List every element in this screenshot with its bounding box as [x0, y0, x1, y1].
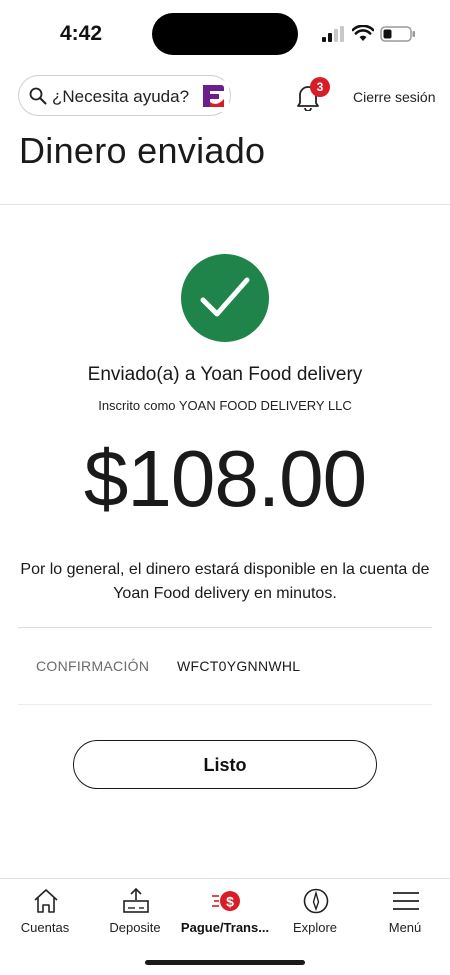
battery-icon [380, 26, 415, 42]
dynamic-island [152, 13, 298, 55]
confirmation-number: WFCT0YGNNWHL [177, 658, 301, 674]
nav-item-menu[interactable]: Menú [360, 879, 450, 949]
home-indicator[interactable] [145, 960, 305, 965]
help-search-input[interactable]: ¿Necesita ayuda? [18, 75, 231, 116]
menu-icon [393, 892, 419, 910]
search-placeholder: ¿Necesita ayuda? [52, 87, 190, 106]
signout-link[interactable]: Cierre sesión [353, 89, 435, 105]
notification-count-badge: 3 [310, 77, 330, 97]
search-icon [29, 87, 47, 105]
page-title: Dinero enviado [19, 130, 266, 171]
divider [0, 204, 450, 205]
cellular-signal-icon [322, 26, 344, 42]
wifi-icon [352, 25, 374, 41]
confirmation-label: CONFIRMACIÓN [36, 658, 150, 674]
availability-note: Por lo general, el dinero estará disponi… [20, 561, 430, 602]
recipient-text: Enviado(a) a Yoan Food delivery [87, 364, 363, 385]
svg-text:$: $ [226, 894, 234, 910]
nav-label: Menú [388, 920, 422, 935]
status-time: 4:42 [60, 22, 103, 45]
nav-label: Cuentas [20, 920, 70, 935]
nav-label: Deposite [109, 920, 161, 935]
home-icon [34, 889, 58, 913]
done-button[interactable]: Listo [73, 740, 377, 789]
nav-item-accounts[interactable]: Cuentas [0, 879, 90, 949]
fargo-assistant-icon[interactable] [197, 80, 229, 112]
nav-item-pay-transfer[interactable]: $ Pague/Trans... [180, 879, 270, 949]
success-check-icon [181, 254, 269, 342]
nav-label: Pague/Trans... [180, 920, 270, 935]
checkmark-icon [200, 277, 250, 317]
divider [18, 627, 432, 628]
status-icons [322, 24, 418, 44]
amount-sent: $108.00 [83, 434, 367, 523]
registered-name-text: Inscrito como YOAN FOOD DELIVERY LLC [98, 398, 352, 413]
nav-item-explore[interactable]: Explore [270, 879, 360, 949]
nav-label: Explore [292, 920, 338, 935]
status-bar: 4:42 [0, 0, 450, 64]
pay-transfer-icon: $ [212, 891, 240, 911]
deposit-icon [123, 887, 149, 913]
nav-item-deposit[interactable]: Deposite [90, 879, 180, 949]
compass-icon [303, 888, 329, 914]
divider [18, 704, 432, 705]
